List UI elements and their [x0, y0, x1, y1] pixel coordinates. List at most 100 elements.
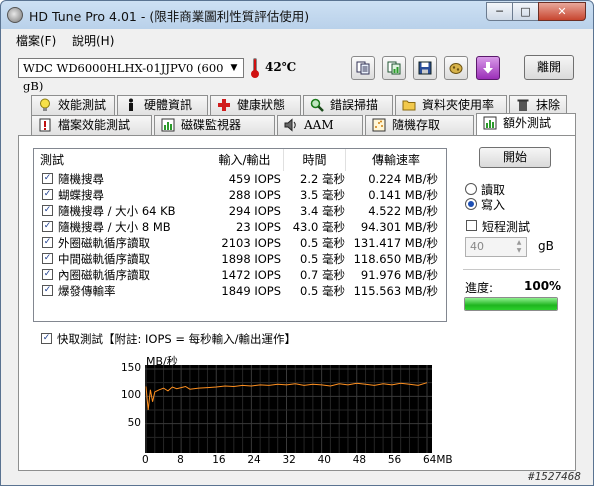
row-checkbox[interactable]: ✓ — [42, 189, 53, 200]
tab-file-benchmark-label: 檔案效能測試 — [58, 118, 131, 132]
tab-disk-monitor[interactable]: 磁碟監視器 — [154, 115, 275, 135]
tab-folder-usage[interactable]: 資料夾使用率 — [395, 95, 507, 115]
drive-select[interactable]: WDC WD6000HLHX-01JJPV0 (600 gB) ▼ — [18, 58, 244, 93]
row-time: 0.5 毫秒 — [300, 236, 345, 250]
row-test-name: 隨機搜尋 / 大小 64 KB — [58, 204, 176, 218]
row-rate: 4.522 MB/秒 — [368, 204, 438, 218]
short-test-checkbox[interactable] — [466, 220, 477, 231]
tab-error-scan[interactable]: 錯誤掃描 — [303, 95, 393, 115]
scatter-chart-icon — [372, 118, 386, 132]
row-checkbox[interactable]: ✓ — [42, 173, 53, 184]
copy-text-icon — [356, 61, 370, 75]
tab-random-access-label: 隨機存取 — [392, 118, 441, 132]
download-icon — [483, 62, 493, 74]
row-checkbox[interactable]: ✓ — [42, 221, 53, 232]
col-header-test: 測試 — [40, 153, 65, 167]
bar-chart-icon — [483, 116, 497, 130]
lightbulb-icon — [40, 98, 50, 111]
row-io: 1849 IOPS — [221, 284, 281, 298]
progress-fill — [465, 298, 557, 310]
exit-button[interactable]: 離開 — [524, 55, 574, 80]
table-row: ✓ 隨機搜尋 / 大小 64 KB 294 IOPS 3.4 毫秒 4.522 MB/秒 — [34, 203, 446, 219]
short-test-unit: gB — [538, 239, 554, 253]
chevron-down-icon: ▼ — [230, 63, 238, 73]
magnifier-icon — [310, 98, 324, 112]
short-test-size-input[interactable]: 40 ▲ ▼ — [465, 237, 527, 257]
col-header-io: 輸入/輸出 — [206, 149, 284, 171]
read-radio[interactable] — [465, 183, 477, 195]
tab-benchmark[interactable]: 效能測試 — [31, 95, 115, 115]
row-rate: 115.563 MB/秒 — [353, 284, 438, 298]
row-time: 0.5 毫秒 — [300, 284, 345, 298]
row-checkbox[interactable]: ✓ — [42, 205, 53, 216]
row-test-name: 爆發傳輸率 — [58, 284, 116, 298]
row-io: 2103 IOPS — [221, 236, 281, 250]
save-icon — [418, 61, 432, 75]
row-time: 0.7 毫秒 — [300, 268, 345, 282]
row-time: 3.4 毫秒 — [300, 204, 345, 218]
row-test-name: 隨機搜尋 — [58, 172, 104, 186]
progress-bar — [464, 297, 558, 311]
row-time: 2.2 毫秒 — [300, 172, 345, 186]
row-rate: 131.417 MB/秒 — [353, 236, 438, 250]
row-checkbox[interactable]: ✓ — [42, 285, 53, 296]
write-radio[interactable] — [465, 198, 477, 210]
row-rate: 0.224 MB/秒 — [368, 172, 438, 186]
tab-extra-tests[interactable]: 額外測試 — [476, 113, 576, 135]
row-time: 0.5 毫秒 — [300, 252, 345, 266]
write-radio-label: 寫入 — [481, 198, 506, 212]
window-title: HD Tune Pro 4.01 - (限非商業圖利性質評估使用) — [29, 9, 310, 24]
x-tick-label: 16 — [212, 454, 226, 466]
close-button[interactable]: ✕ — [538, 2, 586, 21]
x-tick-label: 64MB — [423, 454, 453, 466]
toolbar: WDC WD6000HLHX-01JJPV0 (600 gB) ▼ 42℃ 離開 — [1, 49, 593, 93]
download-button[interactable] — [476, 56, 500, 80]
table-row: ✓ 蝴蝶搜尋 288 IOPS 3.5 毫秒 0.141 MB/秒 — [34, 187, 446, 203]
temperature-readout: 42℃ — [265, 60, 297, 74]
row-rate: 94.301 MB/秒 — [360, 220, 438, 234]
spin-down-icon[interactable]: ▼ — [513, 247, 525, 255]
row-checkbox[interactable]: ✓ — [42, 253, 53, 264]
divider — [463, 269, 560, 270]
tab-erase-label: 抹除 — [536, 98, 561, 112]
table-row: ✓ 中間磁軌循序讀取 1898 IOPS 0.5 毫秒 118.650 MB/秒 — [34, 251, 446, 267]
row-rate: 0.141 MB/秒 — [368, 188, 438, 202]
watermark: #1527468 — [528, 470, 581, 483]
drive-select-value: WDC WD6000HLHX-01JJPV0 (600 gB) — [23, 61, 224, 93]
start-button[interactable]: 開始 — [479, 147, 551, 168]
maximize-button[interactable]: □ — [512, 2, 539, 21]
hd-tune-app-icon — [7, 7, 23, 23]
table-row: ✓ 隨機搜尋 / 大小 8 MB 23 IOPS 43.0 毫秒 94.301 MB/秒 — [34, 219, 446, 235]
row-io: 1898 IOPS — [221, 252, 281, 266]
transfer-rate-graph — [145, 365, 432, 453]
red-cross-icon — [218, 99, 230, 111]
row-test-name: 隨機搜尋 / 大小 8 MB — [58, 220, 171, 234]
row-checkbox[interactable]: ✓ — [42, 237, 53, 248]
menu-bar: 檔案(F) 說明(H) — [1, 29, 593, 49]
menu-file[interactable]: 檔案(F) — [16, 32, 56, 49]
row-checkbox[interactable]: ✓ — [42, 269, 53, 280]
tab-aam[interactable]: AAM — [277, 115, 363, 135]
tab-aam-label: AAM — [304, 118, 334, 132]
options-button[interactable] — [444, 56, 468, 80]
copy-screenshot-button[interactable] — [382, 56, 406, 80]
tab-error-scan-label: 錯誤掃描 — [330, 98, 379, 112]
row-io: 294 IOPS — [228, 204, 281, 218]
tab-info[interactable]: 硬體資訊 — [117, 95, 208, 115]
y-tick-label: 50 — [127, 416, 141, 429]
tab-random-access[interactable]: 隨機存取 — [365, 115, 474, 135]
minimize-button[interactable]: ─ — [486, 2, 513, 21]
tab-erase[interactable]: 抹除 — [509, 95, 567, 115]
spin-up-icon[interactable]: ▲ — [513, 239, 525, 247]
quick-test-checkbox[interactable]: ✓ — [41, 333, 52, 344]
row-io: 459 IOPS — [228, 172, 281, 186]
save-button[interactable] — [413, 56, 437, 80]
tab-file-benchmark[interactable]: 檔案效能測試 — [31, 115, 152, 135]
tab-folder-usage-label: 資料夾使用率 — [422, 98, 495, 112]
tab-health[interactable]: 健康狀態 — [210, 95, 301, 115]
copy-text-button[interactable] — [351, 56, 375, 80]
row-io: 1472 IOPS — [221, 268, 281, 282]
menu-help[interactable]: 說明(H) — [72, 32, 114, 49]
title-bar[interactable]: HD Tune Pro 4.01 - (限非商業圖利性質評估使用) ─ □ ✕ — [1, 1, 593, 28]
speaker-icon — [284, 118, 296, 132]
